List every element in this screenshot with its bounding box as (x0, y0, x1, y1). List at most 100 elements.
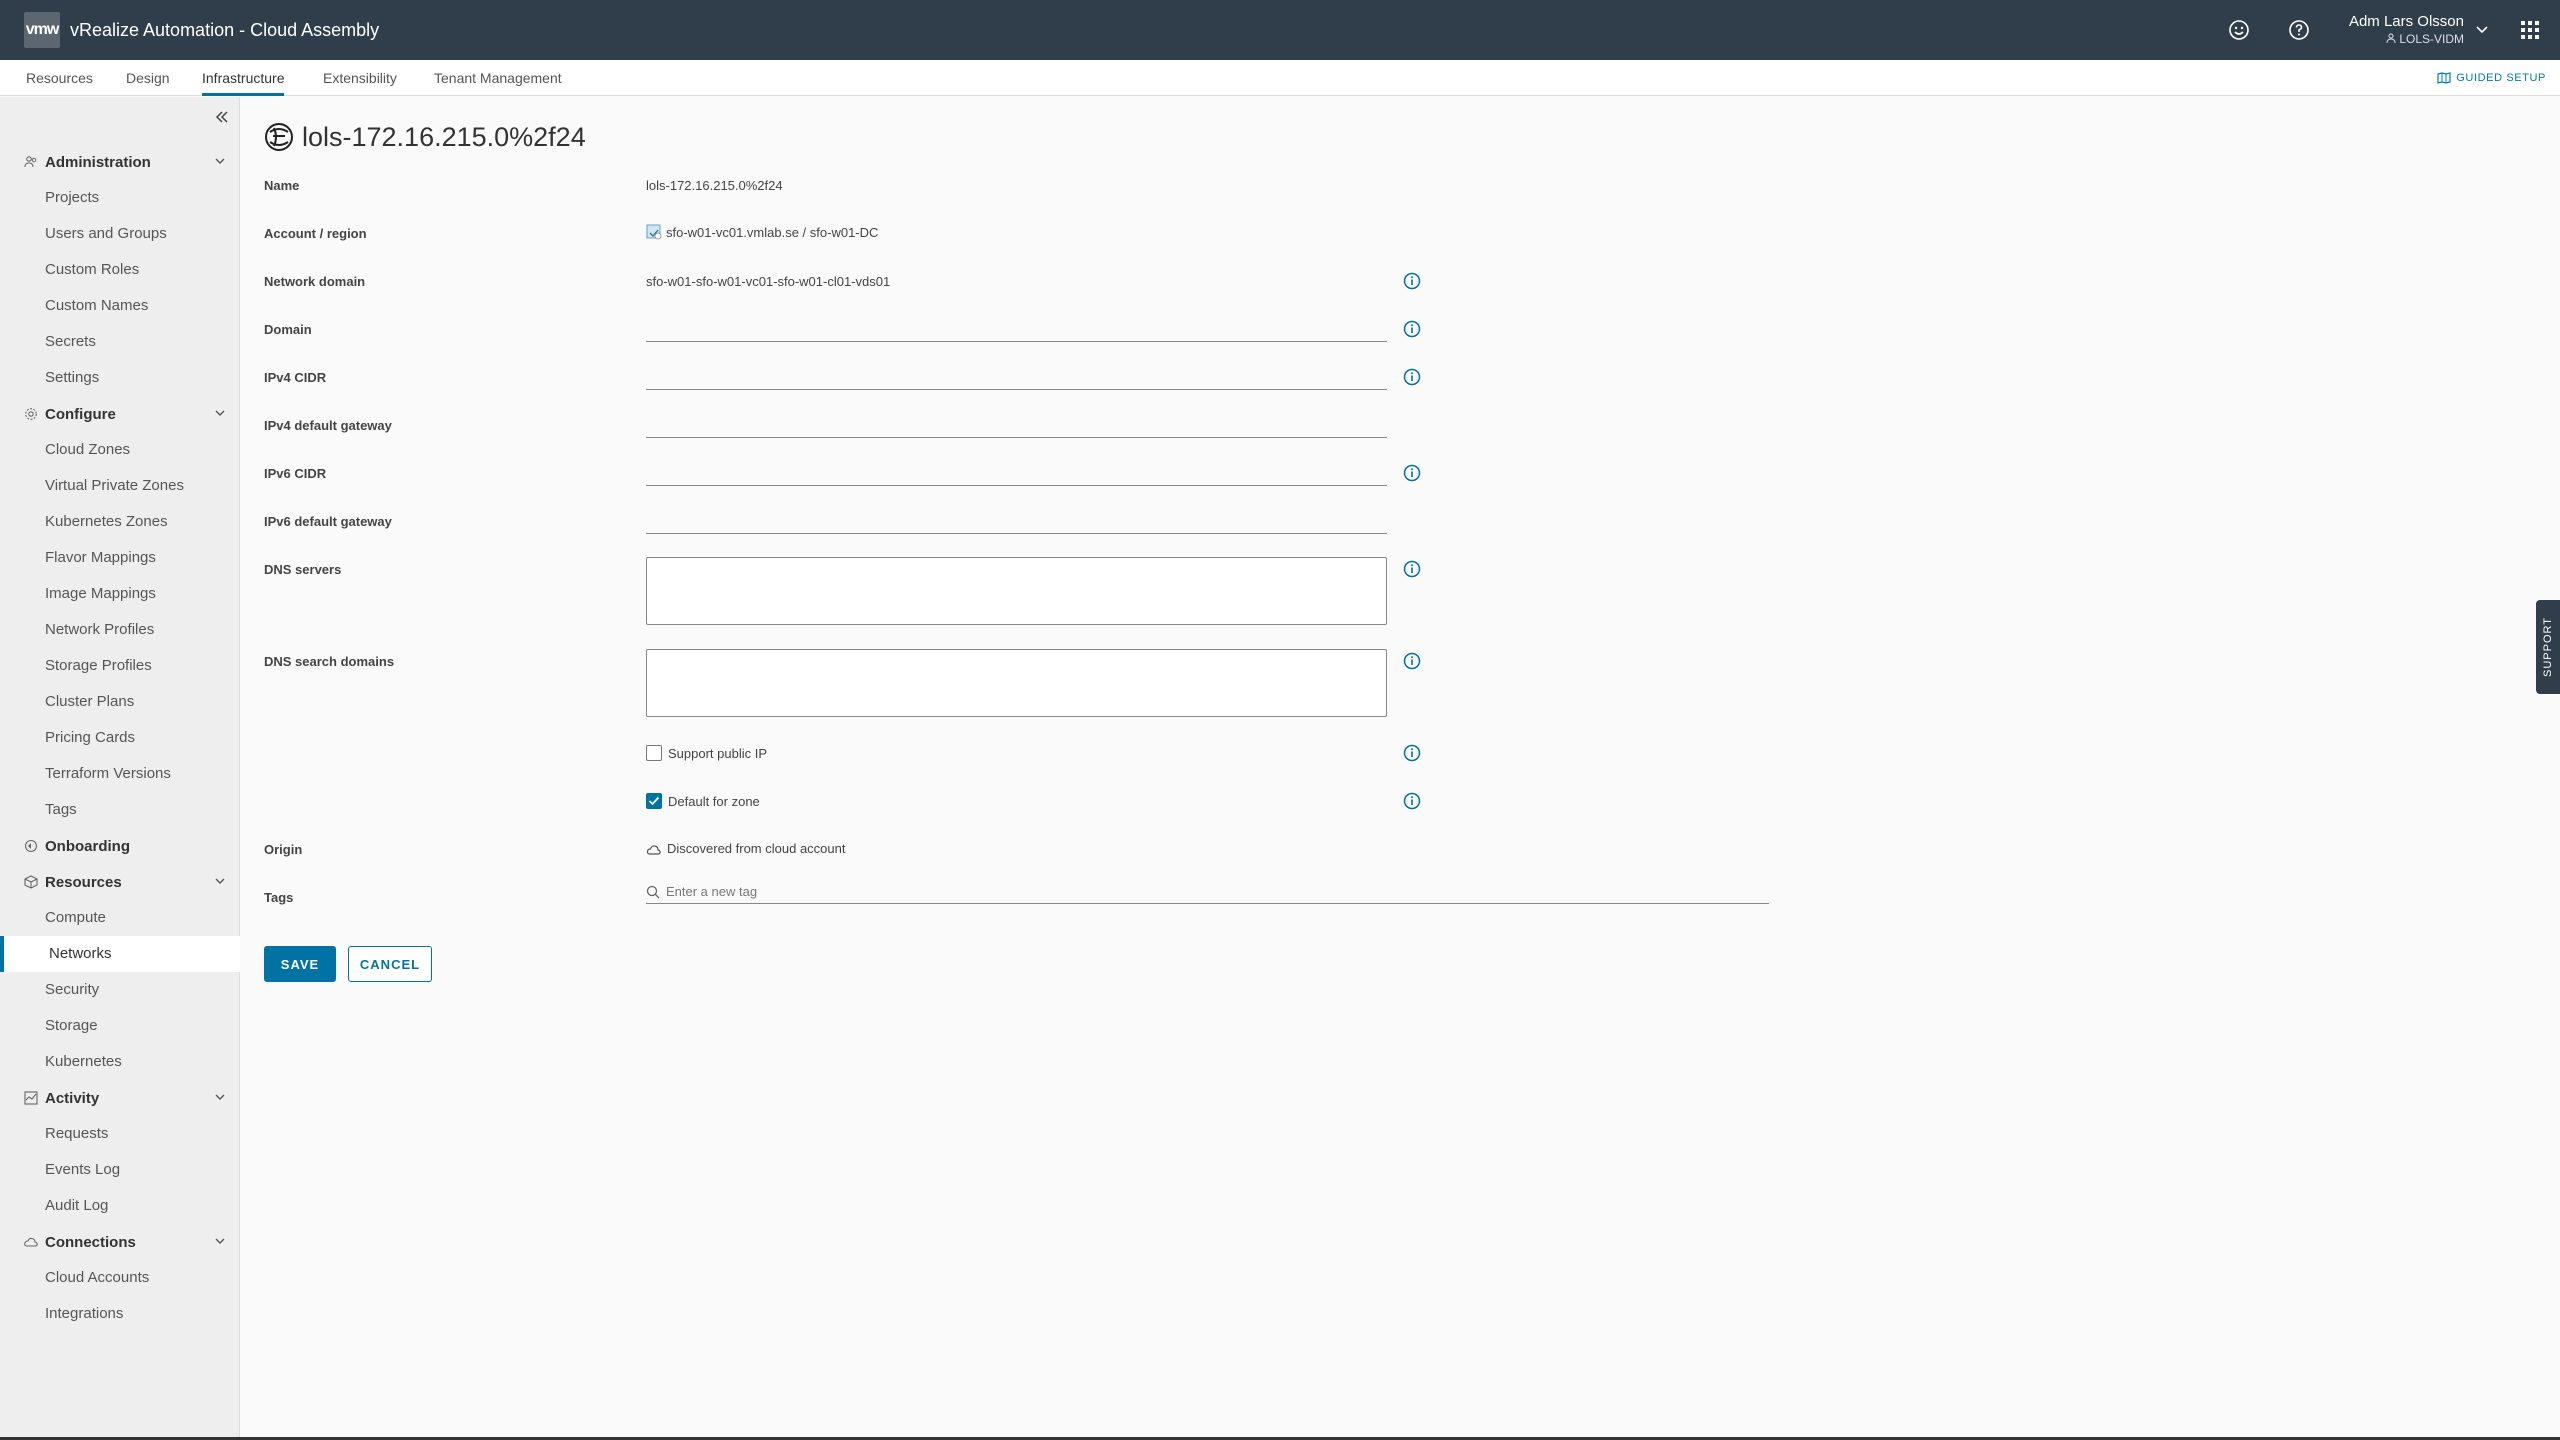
ipv6-gateway-input[interactable] (646, 510, 1387, 534)
sidebar-item-custom-roles[interactable]: Custom Roles (0, 252, 240, 288)
ipv4-cidr-label: IPv4 CIDR (264, 370, 327, 385)
chevron-down-icon (215, 1238, 225, 1244)
collapse-sidebar-icon[interactable] (212, 107, 232, 127)
sidebar-item-storage-profiles[interactable]: Storage Profiles (0, 648, 240, 684)
app-header: vmw vRealize Automation - Cloud Assembly… (0, 0, 2560, 60)
activity-icon (24, 1091, 38, 1105)
save-button[interactable]: SAVE (264, 946, 336, 982)
sidebar-item-audit-log[interactable]: Audit Log (0, 1188, 240, 1224)
sidebar-item-pricing-cards[interactable]: Pricing Cards (0, 720, 240, 756)
domain-input[interactable] (646, 318, 1387, 342)
sidebar-item-kubernetes-zones[interactable]: Kubernetes Zones (0, 504, 240, 540)
smiley-icon[interactable] (2209, 0, 2269, 60)
user-menu[interactable]: Adm Lars Olsson LOLS-VIDM (2349, 13, 2464, 47)
sidebar-item-flavor-mappings[interactable]: Flavor Mappings (0, 540, 240, 576)
info-icon[interactable] (1403, 272, 1421, 290)
default-for-zone-checkbox[interactable]: Default for zone (646, 793, 760, 809)
sidebar-item-terraform-versions[interactable]: Terraform Versions (0, 756, 240, 792)
cloud-icon (646, 844, 661, 855)
sidebar-item-cloud-accounts[interactable]: Cloud Accounts (0, 1260, 240, 1296)
info-icon[interactable] (1403, 792, 1421, 810)
sidebar-item-cluster-plans[interactable]: Cluster Plans (0, 684, 240, 720)
account-region-value: sfo-w01-vc01.vmlab.se / sfo-w01-DC (646, 224, 878, 240)
ipv6-cidr-input[interactable] (646, 462, 1387, 486)
network-icon (265, 123, 293, 151)
dns-servers-textarea[interactable] (646, 557, 1387, 625)
tab-resources[interactable]: Resources (26, 60, 93, 96)
sidebar-item-image-mappings[interactable]: Image Mappings (0, 576, 240, 612)
sidebar-item-events-log[interactable]: Events Log (0, 1152, 240, 1188)
support-tab[interactable]: SUPPORT (2536, 600, 2560, 694)
app-title: vRealize Automation - Cloud Assembly (70, 19, 380, 40)
nav-group-administration[interactable]: Administration (0, 144, 240, 180)
gear-icon (25, 408, 37, 420)
chevron-down-icon[interactable] (2464, 0, 2500, 60)
sidebar-item-requests[interactable]: Requests (0, 1116, 240, 1152)
tags-input-wrap[interactable] (646, 880, 1769, 904)
sidebar-item-projects[interactable]: Projects (0, 180, 240, 216)
tenant-icon (2386, 33, 2396, 43)
nav-group-activity[interactable]: Activity (0, 1080, 240, 1116)
vmware-logo: vmw (24, 12, 60, 48)
sidebar-item-cloud-zones[interactable]: Cloud Zones (0, 432, 240, 468)
sidebar-item-security[interactable]: Security (0, 972, 240, 1008)
info-icon[interactable] (1403, 368, 1421, 386)
checkmark-icon (648, 796, 660, 806)
onboarding-icon (24, 839, 38, 853)
info-icon[interactable] (1403, 744, 1421, 762)
tab-design[interactable]: Design (126, 60, 170, 96)
sidebar-item-storage[interactable]: Storage (0, 1008, 240, 1044)
ipv6-gateway-label: IPv6 default gateway (264, 514, 392, 529)
page-header: lols-172.16.215.0%2f24 (264, 121, 586, 153)
checkbox-checked[interactable] (646, 793, 662, 809)
nav-group-onboarding[interactable]: Onboarding (0, 828, 240, 864)
chevron-down-icon (215, 410, 225, 416)
chevron-down-icon (215, 878, 225, 884)
cancel-button[interactable]: CANCEL (348, 946, 432, 982)
info-icon[interactable] (1403, 320, 1421, 338)
ipv4-gateway-label: IPv4 default gateway (264, 418, 392, 433)
name-label: Name (264, 178, 300, 193)
sidebar-item-virtual-private-zones[interactable]: Virtual Private Zones (0, 468, 240, 504)
chevron-down-icon (215, 158, 225, 164)
user-name: Adm Lars Olsson (2348, 13, 2464, 31)
sidebar-item-settings[interactable]: Settings (0, 360, 240, 396)
sidebar-item-integrations[interactable]: Integrations (0, 1296, 240, 1332)
search-icon (646, 885, 660, 898)
tab-tenant-management[interactable]: Tenant Management (434, 60, 562, 96)
network-domain-value: sfo-w01-sfo-w01-vc01-sfo-w01-cl01-vds01 (646, 274, 891, 289)
ipv4-cidr-input[interactable] (646, 366, 1387, 390)
info-icon[interactable] (1403, 652, 1421, 670)
ipv4-gateway-input[interactable] (646, 414, 1387, 438)
nav-group-configure[interactable]: Configure (0, 396, 240, 432)
guided-setup-link[interactable]: GUIDED SETUP (2437, 60, 2546, 96)
sidebar-item-kubernetes[interactable]: Kubernetes (0, 1044, 240, 1080)
sidebar-item-tags[interactable]: Tags (0, 792, 240, 828)
ipv6-cidr-label: IPv6 CIDR (264, 466, 327, 481)
nav-group-connections[interactable]: Connections (0, 1224, 240, 1260)
app-grid-icon[interactable] (2500, 0, 2560, 60)
user-tenant: LOLS-VIDM (2349, 32, 2464, 47)
sidebar-item-users-and-groups[interactable]: Users and Groups (0, 216, 240, 252)
checkbox-unchecked[interactable] (646, 745, 662, 761)
tab-infrastructure[interactable]: Infrastructure (202, 60, 285, 96)
dns-search-domains-label: DNS search domains (264, 654, 395, 669)
users-icon (24, 156, 37, 168)
help-icon[interactable] (2269, 0, 2329, 60)
domain-label: Domain (264, 322, 312, 337)
sidebar-item-compute[interactable]: Compute (0, 900, 240, 936)
info-icon[interactable] (1403, 464, 1421, 482)
sidebar-item-secrets[interactable]: Secrets (0, 324, 240, 360)
dns-search-domains-textarea[interactable] (646, 649, 1387, 717)
network-domain-label: Network domain (264, 274, 366, 289)
tags-input[interactable] (666, 884, 1666, 899)
support-public-ip-checkbox[interactable]: Support public IP (646, 745, 767, 761)
tab-extensibility[interactable]: Extensibility (323, 60, 397, 96)
sidebar-item-network-profiles[interactable]: Network Profiles (0, 612, 240, 648)
info-icon[interactable] (1403, 560, 1421, 578)
name-value: lols-172.16.215.0%2f24 (646, 178, 783, 193)
sidebar-item-networks[interactable]: Networks (0, 936, 240, 972)
nav-group-resources[interactable]: Resources (0, 864, 240, 900)
sidebar-item-custom-names[interactable]: Custom Names (0, 288, 240, 324)
page-title: lols-172.16.215.0%2f24 (302, 121, 586, 152)
